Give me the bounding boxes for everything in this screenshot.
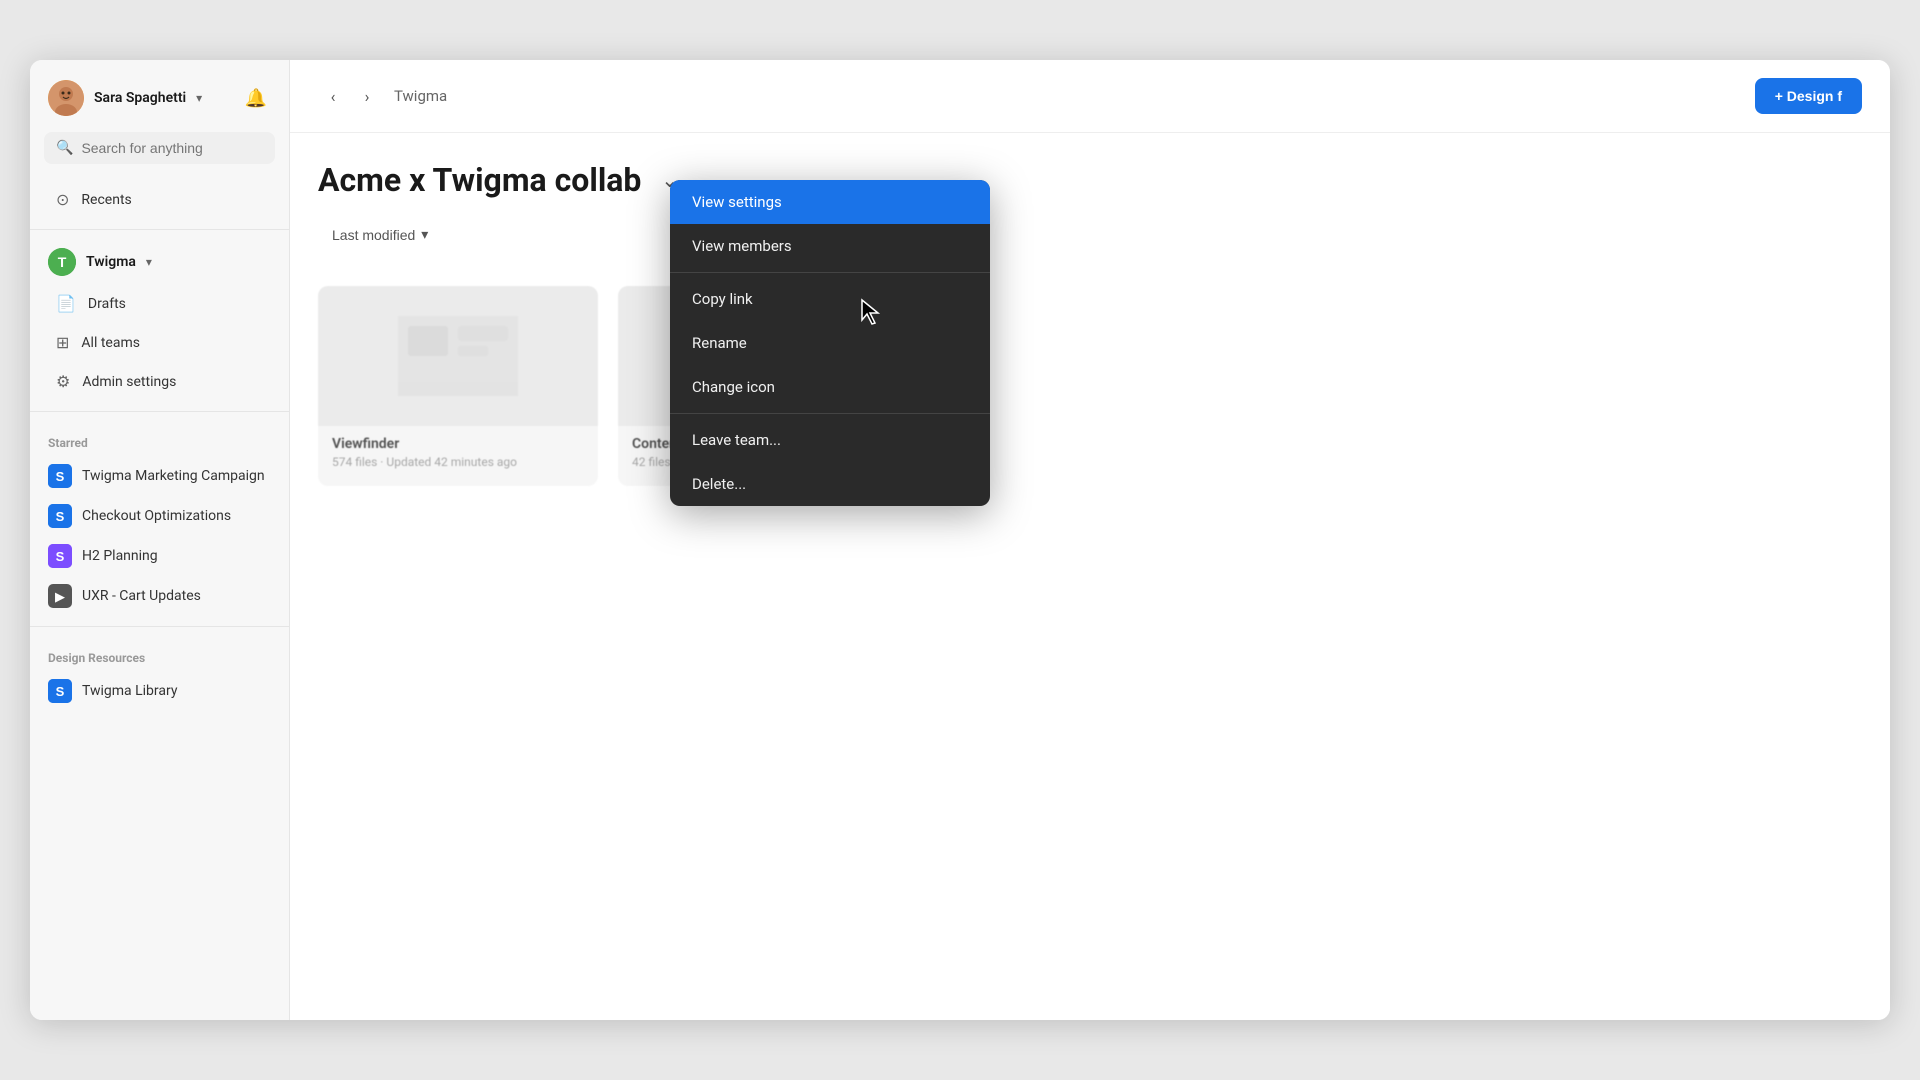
menu-item-change-icon[interactable]: Change icon — [670, 365, 990, 409]
sidebar-item-admin-settings[interactable]: ⚙ Admin settings — [38, 363, 281, 400]
user-name: Sara Spaghetti — [94, 90, 186, 106]
starred-label-uxr-cart: UXR - Cart Updates — [82, 588, 201, 604]
svg-text:T: T — [58, 254, 67, 270]
menu-divider-1 — [670, 272, 990, 273]
chevron-down-icon: ▾ — [196, 91, 202, 105]
starred-label-twigma-marketing: Twigma Marketing Campaign — [82, 468, 265, 484]
starred-section-label: Starred — [30, 422, 289, 456]
starred-icon-twigma-library: S — [48, 679, 72, 703]
svg-text:▶: ▶ — [55, 589, 65, 604]
drafts-icon: 📄 — [56, 294, 76, 313]
starred-label-h2-planning: H2 Planning — [82, 548, 158, 564]
app-window: Sara Spaghetti ▾ 🔔 🔍 ⊙ Recents T Twigma … — [30, 60, 1890, 1020]
starred-item-checkout-opt[interactable]: S Checkout Optimizations — [30, 496, 289, 536]
starred-label-twigma-library: Twigma Library — [82, 683, 178, 699]
menu-item-delete[interactable]: Delete... — [670, 462, 990, 506]
sidebar-divider-3 — [30, 626, 289, 627]
main-content: ‹ › Twigma + Design f Acme x Twigma coll… — [290, 60, 1890, 1020]
search-bar[interactable]: 🔍 — [44, 132, 275, 164]
svg-text:S: S — [56, 469, 65, 484]
svg-text:S: S — [56, 549, 65, 564]
starred-item-twigma-marketing[interactable]: S Twigma Marketing Campaign — [30, 456, 289, 496]
sidebar-item-recents[interactable]: ⊙ Recents — [38, 181, 281, 218]
starred-icon-checkout: S — [48, 504, 72, 528]
all-teams-label: All teams — [81, 335, 140, 351]
user-info[interactable]: Sara Spaghetti ▾ — [48, 80, 202, 116]
starred-item-twigma-library[interactable]: S Twigma Library — [30, 671, 289, 711]
starred-icon-uxr-cart: ▶ — [48, 584, 72, 608]
menu-item-rename[interactable]: Rename — [670, 321, 990, 365]
admin-settings-label: Admin settings — [82, 374, 176, 390]
menu-item-copy-link[interactable]: Copy link — [670, 277, 990, 321]
search-icon: 🔍 — [56, 140, 73, 156]
team-chevron-icon: ▾ — [146, 255, 152, 269]
sidebar: Sara Spaghetti ▾ 🔔 🔍 ⊙ Recents T Twigma … — [30, 60, 290, 1020]
svg-text:S: S — [56, 684, 65, 699]
recents-icon: ⊙ — [56, 190, 69, 209]
sidebar-divider-1 — [30, 229, 289, 230]
search-input[interactable] — [81, 140, 263, 156]
starred-item-h2-planning[interactable]: S H2 Planning — [30, 536, 289, 576]
recents-label: Recents — [81, 192, 131, 208]
menu-item-leave-team[interactable]: Leave team... — [670, 418, 990, 462]
admin-settings-icon: ⚙ — [56, 372, 70, 391]
all-teams-icon: ⊞ — [56, 333, 69, 352]
team-name: Twigma — [86, 254, 136, 270]
drafts-label: Drafts — [88, 296, 126, 312]
sidebar-item-all-teams[interactable]: ⊞ All teams — [38, 324, 281, 361]
menu-divider-2 — [670, 413, 990, 414]
starred-label-checkout: Checkout Optimizations — [82, 508, 231, 524]
avatar — [48, 80, 84, 116]
starred-icon-h2-planning: S — [48, 544, 72, 568]
sidebar-header: Sara Spaghetti ▾ 🔔 — [30, 60, 289, 132]
context-menu-overlay[interactable]: View settings View members Copy link Ren… — [290, 60, 1890, 1020]
sidebar-team-twigma[interactable]: T Twigma ▾ — [30, 240, 289, 284]
menu-item-view-settings[interactable]: View settings — [670, 180, 990, 224]
notification-bell-icon[interactable]: 🔔 — [241, 84, 271, 113]
starred-item-uxr-cart[interactable]: ▶ UXR - Cart Updates — [30, 576, 289, 616]
svg-text:S: S — [56, 509, 65, 524]
context-menu: View settings View members Copy link Ren… — [670, 180, 990, 506]
sidebar-divider-2 — [30, 411, 289, 412]
sidebar-item-drafts[interactable]: 📄 Drafts — [38, 285, 281, 322]
starred-icon-twigma-marketing: S — [48, 464, 72, 488]
menu-item-view-members[interactable]: View members — [670, 224, 990, 268]
design-resources-label: Design Resources — [30, 637, 289, 671]
team-icon: T — [48, 248, 76, 276]
